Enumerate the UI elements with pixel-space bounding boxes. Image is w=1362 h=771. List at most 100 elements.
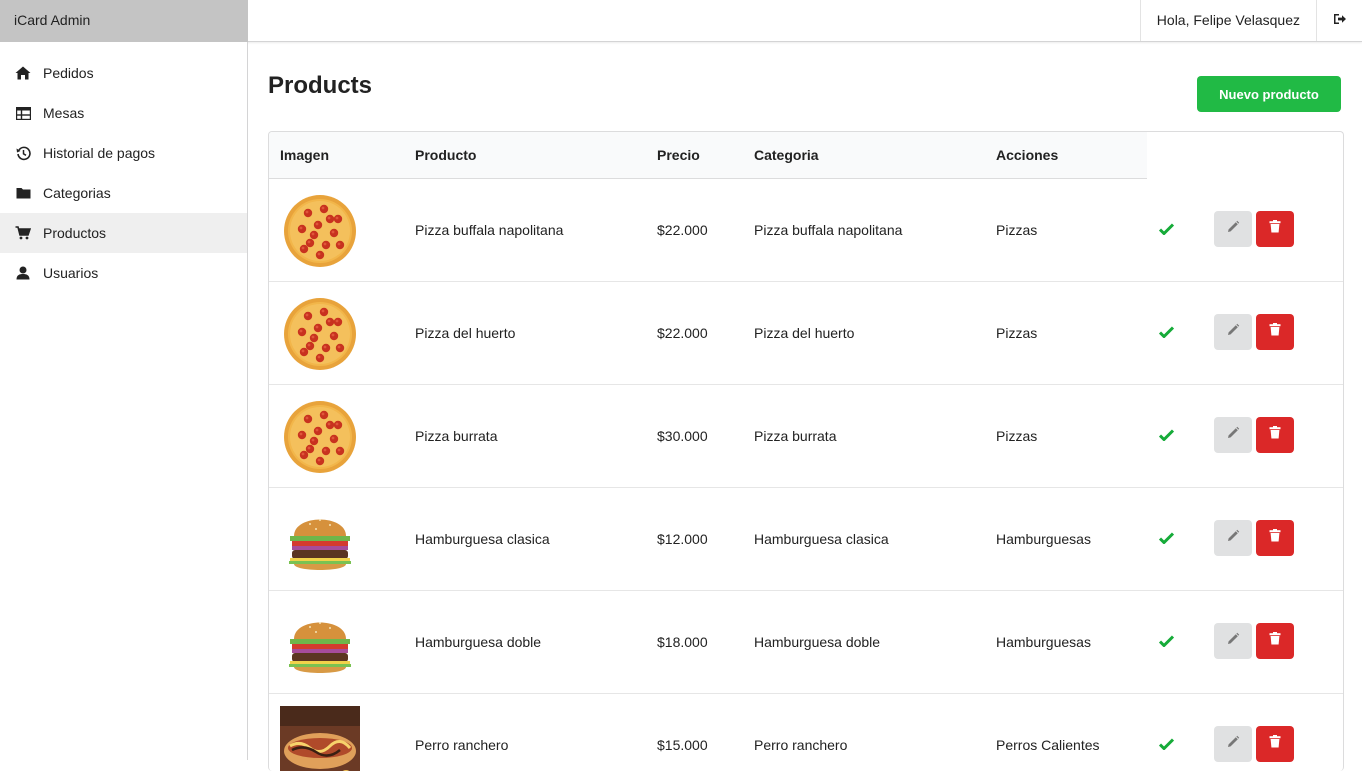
sidebar-item-label: Productos: [43, 225, 107, 241]
table-header: Imagen Producto Precio Categoria Accione…: [269, 132, 1147, 179]
sidebar-item-mesas[interactable]: Mesas: [0, 93, 247, 133]
delete-button[interactable]: [1256, 726, 1294, 762]
product-image: [280, 603, 360, 683]
edit-button[interactable]: [1214, 314, 1252, 350]
trash-icon: [1269, 426, 1281, 444]
edit-button[interactable]: [1214, 623, 1252, 659]
top-right-menu: Hola, Felipe Velasquez: [1139, 0, 1362, 41]
product-image: [280, 294, 360, 374]
check-icon: [1158, 325, 1175, 343]
sidebar-item-label: Historial de pagos: [43, 145, 156, 161]
product-price: $22.000: [657, 222, 708, 238]
product-name: Perro ranchero: [415, 737, 509, 753]
check-icon: [1158, 428, 1175, 446]
table-row: Hamburguesa clasica $12.000 Hamburguesa cl…: [269, 488, 1343, 591]
product-price: $22.000: [657, 325, 708, 341]
trash-icon: [1269, 323, 1281, 341]
product-name: Pizza buffala napolitana: [415, 222, 564, 238]
pencil-icon: [1226, 220, 1240, 239]
product-price: $15.000: [657, 737, 708, 753]
sidebar-item-historial[interactable]: Historial de pagos: [0, 133, 247, 173]
edit-button[interactable]: [1214, 520, 1252, 556]
table-icon: [14, 104, 32, 122]
trash-icon: [1269, 220, 1281, 238]
product-category: Hamburguesa doble: [754, 634, 881, 650]
table-row: Pizza burrata $30.000 Pizza burrata Pizzas: [269, 385, 1343, 488]
sidebar: Pedidos Mesas Historial de pagos Categor…: [0, 42, 248, 760]
delete-button[interactable]: [1256, 623, 1294, 659]
product-category: Perro ranchero: [754, 737, 848, 753]
sidebar-item-label: Categorias: [43, 185, 111, 201]
pencil-icon: [1226, 426, 1240, 445]
delete-button[interactable]: [1256, 211, 1294, 247]
product-category: Hamburguesa clasica: [754, 531, 889, 547]
product-category: Pizza buffala napolitana: [754, 222, 903, 238]
product-actions-label: Perros Calientes: [996, 737, 1100, 753]
new-product-button[interactable]: Nuevo producto: [1197, 76, 1341, 112]
check-icon: [1158, 737, 1175, 755]
sidebar-item-usuarios[interactable]: Usuarios: [0, 253, 247, 293]
brand-title[interactable]: iCard Admin: [0, 0, 248, 42]
product-price: $30.000: [657, 428, 708, 444]
check-icon: [1158, 222, 1175, 240]
delete-button[interactable]: [1256, 520, 1294, 556]
sidebar-item-pedidos[interactable]: Pedidos: [0, 53, 247, 93]
sidebar-item-productos[interactable]: Productos: [0, 213, 247, 253]
column-header-precio: Precio: [657, 147, 700, 163]
trash-icon: [1269, 529, 1281, 547]
column-header-producto: Producto: [415, 147, 477, 163]
product-image: [280, 706, 360, 771]
sidebar-item-label: Pedidos: [43, 65, 94, 81]
column-header-categoria: Categoria: [754, 147, 819, 163]
page-title: Products: [268, 72, 373, 99]
table-row: Perro ranchero $15.000 Perro ranchero Perro…: [269, 694, 1343, 771]
product-actions-label: Hamburguesas: [996, 531, 1091, 547]
product-image: [280, 191, 360, 271]
products-table: Imagen Producto Precio Categoria Accione…: [268, 131, 1344, 771]
edit-button[interactable]: [1214, 726, 1252, 762]
product-category: Pizza burrata: [754, 428, 837, 444]
product-actions-label: Pizzas: [996, 428, 1038, 444]
product-image: [280, 397, 360, 477]
pencil-icon: [1226, 323, 1240, 342]
trash-icon: [1269, 632, 1281, 650]
product-name: Hamburguesa clasica: [415, 531, 550, 547]
cart-icon: [14, 224, 32, 242]
product-price: $12.000: [657, 531, 708, 547]
column-header-acciones: Acciones: [996, 147, 1059, 163]
table-row: Pizza buffala napolitana $22.000 Pizza buf…: [269, 179, 1343, 282]
product-name: Hamburguesa doble: [415, 634, 542, 650]
edit-button[interactable]: [1214, 417, 1252, 453]
edit-button[interactable]: [1214, 211, 1252, 247]
product-actions-label: Hamburguesas: [996, 634, 1091, 650]
product-name: Pizza burrata: [415, 428, 498, 444]
delete-button[interactable]: [1256, 314, 1294, 350]
column-header-imagen: Imagen: [280, 147, 330, 163]
top-bar: iCard Admin Hola, Felipe Velasquez: [0, 0, 1362, 42]
product-category: Pizza del huerto: [754, 325, 855, 341]
sidebar-item-label: Usuarios: [43, 265, 99, 281]
product-image: [280, 500, 360, 580]
check-icon: [1158, 531, 1175, 549]
home-icon: [14, 64, 32, 82]
product-price: $18.000: [657, 634, 708, 650]
user-greeting: Hola, Felipe Velasquez: [1139, 0, 1316, 41]
pencil-icon: [1226, 632, 1240, 651]
product-name: Pizza del huerto: [415, 325, 516, 341]
trash-icon: [1269, 735, 1281, 753]
pencil-icon: [1226, 735, 1240, 754]
delete-button[interactable]: [1256, 417, 1294, 453]
sidebar-item-label: Mesas: [43, 105, 85, 121]
table-row: Pizza del huerto $22.000 Pizza del huerto P…: [269, 282, 1343, 385]
main-content: Products Nuevo producto Imagen Producto …: [248, 42, 1362, 771]
folder-icon: [14, 184, 32, 202]
check-icon: [1158, 634, 1175, 652]
sidebar-item-categorias[interactable]: Categorias: [0, 173, 247, 213]
table-row: Hamburguesa doble $18.000 Hamburguesa dobl…: [269, 591, 1343, 694]
sign-out-icon: [1333, 12, 1347, 30]
logout-button[interactable]: [1316, 0, 1362, 41]
pencil-icon: [1226, 529, 1240, 548]
product-actions-label: Pizzas: [996, 325, 1038, 341]
product-actions-label: Pizzas: [996, 222, 1038, 238]
history-icon: [14, 144, 32, 162]
